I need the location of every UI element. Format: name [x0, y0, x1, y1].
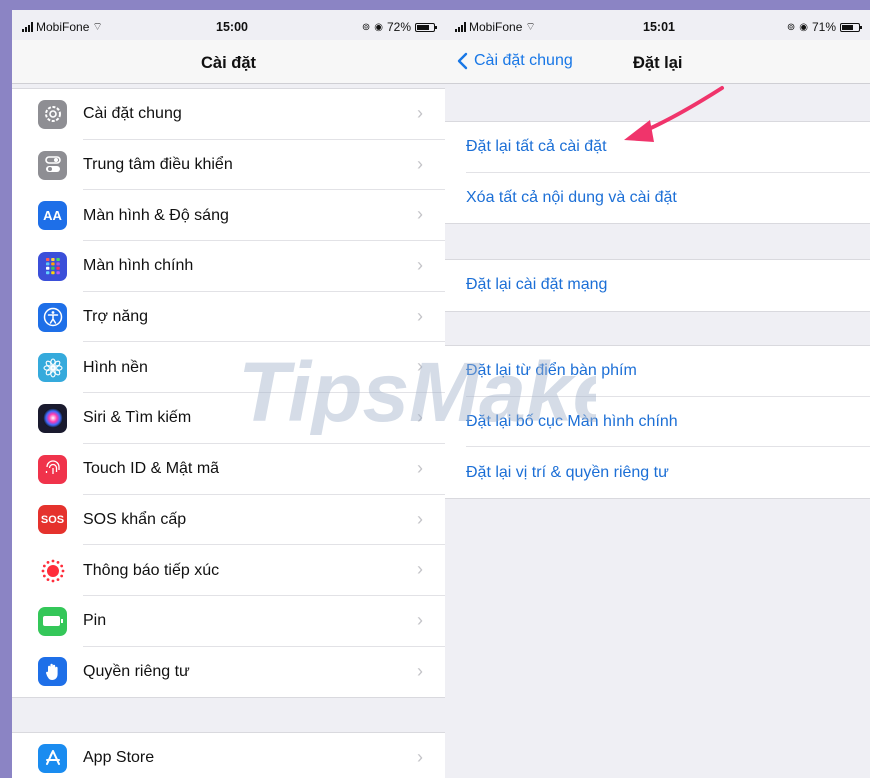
reset-option-label: Đặt lại từ điển bàn phím [466, 362, 637, 380]
battery-percent: 72% [386, 20, 411, 34]
battery-percent: 71% [811, 20, 836, 34]
accessibility-icon [38, 302, 67, 332]
reset-group-2: Đặt lại cài đặt mạng [445, 259, 870, 312]
chevron-right-icon: › [417, 305, 423, 326]
gear-icon [38, 99, 67, 129]
reset-option-label: Đặt lại tất cả cài đặt [466, 138, 607, 156]
chevron-right-icon: › [417, 103, 423, 123]
settings-item-cai-dat-chung[interactable]: Cài đặt chung › [12, 89, 445, 140]
page-title: Đặt lại [633, 54, 683, 72]
settings-item-hinh-nen[interactable]: Hình nền › [12, 342, 445, 394]
carrier-name: MobiFone [36, 20, 90, 34]
settings-item-label: Siri & Tìm kiếm [83, 409, 192, 427]
alarm-icon: ◉ [799, 21, 808, 33]
carrier-name: MobiFone [469, 20, 523, 34]
status-right: ⊚ ◉ 71% [786, 20, 862, 34]
settings-item-label: App Store [83, 749, 155, 767]
settings-item-sos-khan-cap[interactable]: SOS SOS khẩn cấp › [12, 495, 445, 546]
settings-item-label: Quyền riêng tư [83, 662, 190, 680]
pointer-arrow [624, 86, 724, 142]
alarm-icon: ◉ [374, 21, 383, 33]
wifi-icon: ⌔ [525, 21, 536, 33]
settings-item-label: Touch ID & Mật mã [83, 460, 220, 478]
settings-screen: MobiFone ⌔ 15:00 ⊚ ◉ 72% Cài đặt Cài đặt… [12, 10, 445, 778]
display-text-icon: AA [38, 201, 67, 231]
signal-icon [455, 22, 466, 32]
settings-item-quyen-rieng-tu[interactable]: Quyền riêng tư › [12, 647, 445, 698]
settings-item-label: Màn hình & Độ sáng [83, 206, 229, 224]
orientation-lock-icon: ⊚ [786, 21, 796, 33]
chevron-right-icon: › [417, 559, 423, 580]
settings-item-tro-nang[interactable]: Trợ năng › [12, 292, 445, 343]
signal-icon [22, 22, 33, 32]
settings-item-app-store[interactable]: App Store › [12, 733, 445, 778]
back-button[interactable]: Cài đặt chung [457, 52, 573, 70]
chevron-right-icon: › [417, 609, 423, 630]
reset-option-dat-lai-bo-cuc-man-hinh-chinh[interactable]: Đặt lại bố cục Màn hình chính [445, 397, 870, 448]
reset-option-xoa-tat-ca-noi-dung-va-cai-dat[interactable]: Xóa tất cả nội dung và cài đặt [445, 173, 870, 224]
status-right: ⊚ ◉ 72% [361, 20, 437, 34]
settings-item-thong-bao-tiep-xuc[interactable]: Thông báo tiếp xúc › [12, 545, 445, 596]
navigation-bar: Cài đặt chung Đặt lại [445, 40, 870, 84]
settings-item-label: SOS khẩn cấp [83, 510, 187, 528]
settings-item-label: Cài đặt chung [83, 105, 182, 123]
chevron-right-icon: › [417, 747, 423, 767]
sos-icon: SOS [38, 505, 67, 535]
chevron-right-icon: › [417, 153, 423, 174]
reset-option-label: Xóa tất cả nội dung và cài đặt [466, 189, 677, 207]
reset-option-label: Đặt lại cài đặt mạng [466, 276, 608, 294]
settings-item-label: Thông báo tiếp xúc [83, 561, 220, 579]
settings-item-man-hinh-chinh[interactable]: Màn hình chính › [12, 241, 445, 292]
wifi-icon: ⌔ [92, 21, 103, 33]
hand-privacy-icon [38, 657, 67, 687]
reset-group-3: Đặt lại từ điển bàn phím Đặt lại bố cục M… [445, 345, 870, 500]
reset-option-dat-lai-vi-tri-quyen-rieng-tu[interactable]: Đặt lại vị trí & quyền riêng tư [445, 447, 870, 498]
settings-item-siri-tim-kiem[interactable]: Siri & Tìm kiếm › [12, 393, 445, 444]
settings-item-label: Trung tâm điều khiển [83, 156, 233, 174]
settings-item-touch-id-mat-ma[interactable]: Touch ID & Mật mã › [12, 444, 445, 495]
battery-icon [415, 22, 437, 32]
chevron-right-icon: › [417, 508, 423, 529]
chevron-right-icon: › [417, 356, 423, 377]
settings-item-label: Trợ năng [83, 308, 149, 326]
back-label: Cài đặt chung [474, 52, 573, 69]
status-time: 15:01 [643, 20, 675, 34]
exposure-notification-icon [38, 556, 67, 586]
status-bar: MobiFone ⌔ 15:01 ⊚ ◉ 71% [445, 10, 870, 40]
reset-option-label: Đặt lại bố cục Màn hình chính [466, 413, 678, 431]
carrier-info: MobiFone ⌔ [455, 20, 536, 34]
settings-item-man-hinh-do-sang[interactable]: AA Màn hình & Độ sáng › [12, 190, 445, 242]
settings-item-label: Màn hình chính [83, 257, 194, 275]
home-grid-icon [38, 251, 67, 281]
battery-icon [38, 606, 67, 636]
reset-option-label: Đặt lại vị trí & quyền riêng tư [466, 463, 669, 481]
page-title: Cài đặt [200, 54, 256, 72]
settings-list: Cài đặt chung › Trung tâm điều khiển › AA Màn… [12, 88, 445, 699]
toggles-icon [38, 150, 67, 180]
status-time: 15:00 [216, 20, 248, 34]
wallpaper-flower-icon [38, 353, 67, 383]
battery-icon [840, 22, 862, 32]
siri-icon [38, 403, 67, 433]
app-store-icon [38, 743, 67, 773]
settings-item-pin[interactable]: Pin › [12, 596, 445, 647]
carrier-info: MobiFone ⌔ [22, 20, 103, 34]
store-list: App Store › [12, 732, 445, 778]
fingerprint-icon [38, 454, 67, 484]
navigation-bar: Cài đặt [12, 40, 445, 84]
chevron-right-icon: › [417, 204, 423, 225]
chevron-right-icon: › [417, 407, 423, 428]
settings-item-trung-tam-dieu-khien[interactable]: Trung tâm điều khiển › [12, 140, 445, 191]
reset-option-dat-lai-cai-dat-mang[interactable]: Đặt lại cài đặt mạng [445, 260, 870, 311]
chevron-right-icon: › [417, 457, 423, 478]
status-bar: MobiFone ⌔ 15:00 ⊚ ◉ 72% [12, 10, 445, 40]
settings-item-label: Pin [83, 612, 107, 630]
settings-item-label: Hình nền [83, 358, 148, 376]
chevron-right-icon: › [417, 660, 423, 681]
chevron-left-icon [457, 52, 468, 70]
reset-option-dat-lai-tu-dien-ban-phim[interactable]: Đặt lại từ điển bàn phím [445, 346, 870, 397]
chevron-right-icon: › [417, 255, 423, 276]
orientation-lock-icon: ⊚ [361, 21, 371, 33]
